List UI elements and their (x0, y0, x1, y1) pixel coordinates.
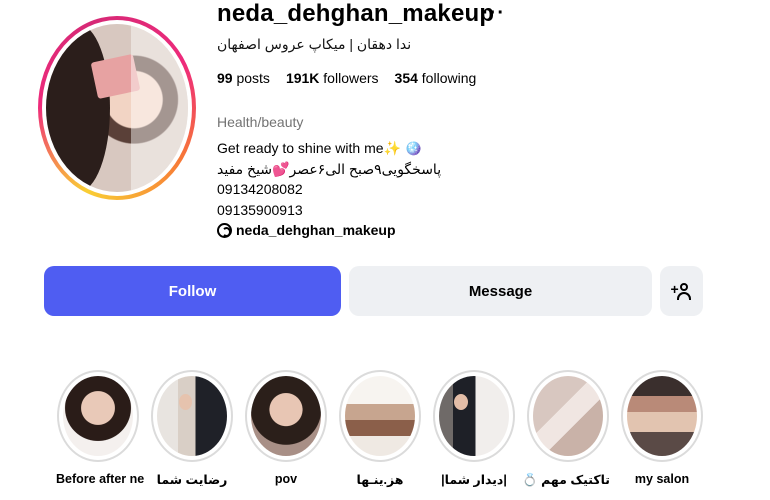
highlight-cover-ring (339, 370, 421, 462)
following-count: 354 (394, 70, 418, 86)
highlight-cover (345, 376, 415, 456)
plus-icon: + (670, 281, 679, 297)
following-stat[interactable]: 354 following (395, 70, 477, 86)
highlight-label: my salon (634, 472, 690, 486)
username: neda_dehghan_makeup (217, 0, 495, 27)
highlight-cover-ring (527, 370, 609, 462)
highlight-cover-ring (151, 370, 233, 462)
threads-icon (217, 222, 232, 238)
highlight-label: |دیدار شما| (441, 473, 507, 487)
bio-line: 09135900913 (217, 201, 303, 218)
more-options-icon[interactable]: ··· (482, 2, 505, 25)
add-person-icon: + (670, 281, 691, 300)
highlight-label: هز.ینـها (356, 473, 404, 487)
highlight-label: تاکتیک مهم 💍 (522, 473, 610, 487)
followers-label: followers (323, 70, 379, 86)
bio-line: Get ready to shine with me✨ 🪩 (217, 140, 423, 156)
profile-avatar[interactable] (38, 16, 196, 200)
highlight-label: Before after ne (56, 472, 145, 486)
highlight-cover-ring (57, 370, 139, 462)
posts-label: posts (236, 70, 270, 86)
highlight-item[interactable]: pov (244, 370, 328, 486)
message-button-label: Message (468, 282, 533, 300)
suggested-accounts-button[interactable]: + (660, 266, 703, 316)
person-body-shape (676, 292, 691, 300)
profile-category: Health/beauty (217, 114, 304, 130)
highlight-label: رضایت شما (156, 473, 228, 487)
avatar-photo (46, 24, 188, 192)
follow-button-label: Follow (168, 282, 217, 300)
highlight-cover (251, 376, 321, 456)
highlight-item[interactable]: رضایت شما (150, 370, 234, 487)
threads-handle: neda_dehghan_makeup (236, 222, 396, 238)
highlight-cover-ring (433, 370, 515, 462)
highlight-cover (627, 376, 697, 456)
followers-count: 191K (285, 70, 320, 86)
highlight-cover (533, 376, 603, 456)
follow-button[interactable]: Follow (44, 266, 341, 316)
avatar-photo-detail (131, 24, 188, 192)
message-button[interactable]: Message (349, 266, 652, 316)
highlight-cover (157, 376, 227, 456)
highlight-cover-ring (621, 370, 703, 462)
highlight-label: pov (274, 472, 298, 486)
profile-bio: Get ready to shine with me✨ 🪩 پاسخگویی۹ص… (217, 138, 441, 220)
highlight-cover (63, 376, 133, 456)
highlight-cover (439, 376, 509, 456)
posts-stat: 99 posts (217, 70, 270, 86)
highlight-item[interactable]: Before after ne (56, 370, 145, 486)
bio-line: پاسخگویی۹صبح الی۶عصر💕شیخ مفید (217, 160, 442, 177)
avatar-photo-detail (46, 24, 110, 192)
highlight-cover-ring (245, 370, 327, 462)
full-name: ندا دهقان | میکاپ عروس اصفهان (217, 36, 412, 52)
followers-stat[interactable]: 191K followers (286, 70, 379, 86)
highlight-item[interactable]: هز.ینـها (338, 370, 422, 487)
highlight-item[interactable]: |دیدار شما| (432, 370, 516, 487)
person-head-shape (679, 283, 688, 291)
profile-stats: 99 posts 191K followers 354 following (217, 70, 476, 86)
highlight-item[interactable]: تاکتیک مهم 💍 (522, 370, 610, 488)
following-label: following (421, 70, 477, 86)
story-highlights: Before after ne رضایت شما pov هز.ینـها |… (56, 370, 716, 500)
avatar-frame (42, 20, 192, 196)
highlight-item[interactable]: my salon (620, 370, 704, 486)
posts-count: 99 (217, 70, 233, 86)
threads-link[interactable]: neda_dehghan_makeup (217, 222, 396, 238)
bio-line: 09134208082 (217, 181, 303, 197)
